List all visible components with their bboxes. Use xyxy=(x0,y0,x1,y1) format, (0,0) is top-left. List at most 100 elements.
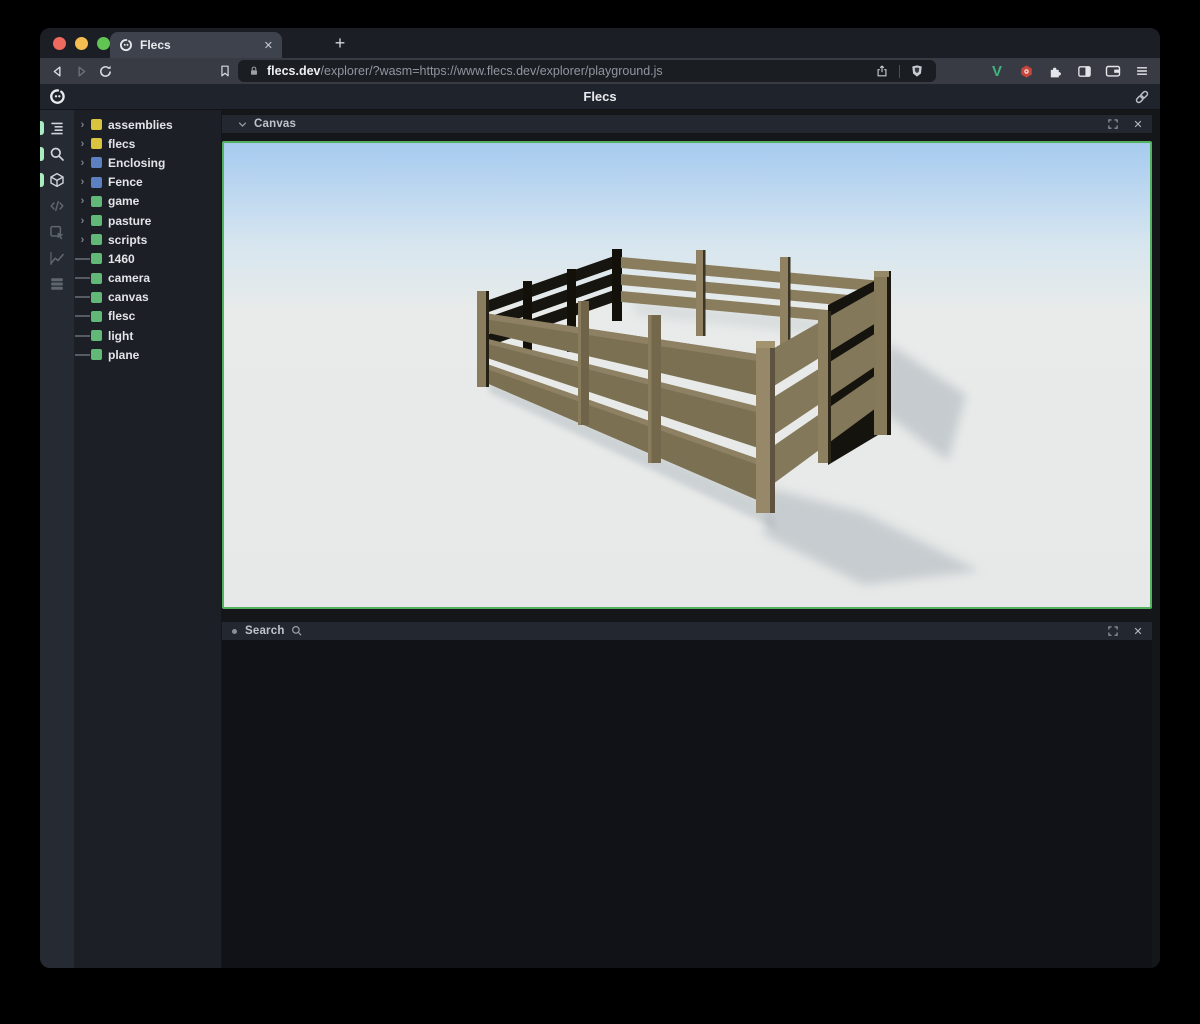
expand-chevron-icon[interactable]: › xyxy=(74,234,91,246)
entity-color-swatch xyxy=(91,138,102,149)
close-window-button[interactable] xyxy=(53,37,66,50)
entity-label: light xyxy=(108,329,133,343)
canvas-panel-title: Canvas xyxy=(254,118,296,130)
chevron-down-icon[interactable] xyxy=(235,117,249,131)
tree-item-flecs[interactable]: › flecs xyxy=(74,134,221,153)
entity-color-swatch xyxy=(91,119,102,130)
entity-color-swatch xyxy=(91,215,102,226)
sidebar-toggle-icon[interactable] xyxy=(1074,61,1094,81)
tree-item-camera[interactable]: camera xyxy=(74,269,221,288)
url-path: /explorer/?wasm=https://www.flecs.dev/ex… xyxy=(321,64,873,78)
search-panel-header[interactable]: Search ✕ xyxy=(222,622,1152,640)
tree-item-light[interactable]: light xyxy=(74,326,221,345)
entity-label: Fence xyxy=(108,175,143,189)
main-panel-area: Canvas ✕ xyxy=(221,110,1160,968)
menu-icon[interactable] xyxy=(1132,61,1152,81)
zoom-window-button[interactable] xyxy=(97,37,110,50)
leaf-dash-icon xyxy=(74,296,91,298)
share-icon[interactable] xyxy=(873,62,891,80)
tree-item-flesc[interactable]: flesc xyxy=(74,307,221,326)
canvas-3d-viewport[interactable] xyxy=(222,141,1152,609)
canvas-panel-header[interactable]: Canvas ✕ xyxy=(222,115,1152,133)
tree-item-1460[interactable]: 1460 xyxy=(74,249,221,268)
brave-shield-icon[interactable] xyxy=(908,62,926,80)
expand-chevron-icon[interactable]: › xyxy=(74,176,91,188)
address-bar[interactable]: flecs.dev /explorer/?wasm=https://www.fl… xyxy=(238,60,936,82)
entity-label: game xyxy=(108,194,139,208)
entity-color-swatch xyxy=(91,273,102,284)
tree-item-canvas[interactable]: canvas xyxy=(74,288,221,307)
new-tab-button[interactable]: + xyxy=(328,31,352,55)
tab-strip: Flecs ✕ + xyxy=(40,28,1160,58)
flecs-logo-icon[interactable] xyxy=(49,88,66,110)
entity-color-swatch xyxy=(91,177,102,188)
link-icon[interactable] xyxy=(1134,89,1150,110)
bookmark-icon[interactable] xyxy=(216,62,234,80)
close-icon[interactable]: ✕ xyxy=(1131,117,1145,131)
puzzle-extensions-icon[interactable] xyxy=(1045,61,1065,81)
entity-label: 1460 xyxy=(108,252,135,266)
tree-item-scripts[interactable]: › scripts xyxy=(74,230,221,249)
entity-label: assemblies xyxy=(108,118,173,132)
entity-label: canvas xyxy=(108,290,149,304)
nav-inspector-icon[interactable] xyxy=(40,224,74,240)
tab-close-icon[interactable]: ✕ xyxy=(264,39,273,52)
nav-entity-tree-icon[interactable] xyxy=(40,120,74,136)
lock-icon xyxy=(248,65,260,77)
flecs-favicon-icon xyxy=(119,38,133,52)
collapsed-dot-icon[interactable] xyxy=(232,629,237,634)
expand-chevron-icon[interactable]: › xyxy=(74,138,91,150)
vue-devtools-icon[interactable]: V xyxy=(987,61,1007,81)
entity-label: pasture xyxy=(108,214,151,228)
nav-search-icon[interactable] xyxy=(40,146,74,162)
entity-color-swatch xyxy=(91,349,102,360)
fence-scene xyxy=(224,143,1150,607)
entity-color-swatch xyxy=(91,311,102,322)
browser-toolbar: flecs.dev /explorer/?wasm=https://www.fl… xyxy=(40,58,1160,84)
page-title: Flecs xyxy=(40,89,1160,104)
tree-item-fence[interactable]: › Fence xyxy=(74,173,221,192)
search-panel-content[interactable] xyxy=(222,640,1152,968)
entity-label: camera xyxy=(108,271,150,285)
magnifier-icon xyxy=(290,624,304,638)
nav-data-rows-icon[interactable] xyxy=(40,276,74,292)
fullscreen-icon[interactable] xyxy=(1106,117,1120,131)
entity-color-swatch xyxy=(91,234,102,245)
entity-color-swatch xyxy=(91,196,102,207)
wallet-icon[interactable] xyxy=(1103,61,1123,81)
expand-chevron-icon[interactable]: › xyxy=(74,157,91,169)
nav-code-icon[interactable] xyxy=(40,198,74,214)
entity-label: scripts xyxy=(108,233,147,247)
tab-title: Flecs xyxy=(140,38,257,52)
entity-label: flesc xyxy=(108,309,135,323)
url-domain: flecs.dev xyxy=(267,64,321,78)
hexagon-extension-icon[interactable] xyxy=(1016,61,1036,81)
entity-label: plane xyxy=(108,348,139,362)
nav-stats-chart-icon[interactable] xyxy=(40,250,74,266)
tree-item-pasture[interactable]: › pasture xyxy=(74,211,221,230)
expand-chevron-icon[interactable]: › xyxy=(74,195,91,207)
nav-canvas-3d-icon[interactable] xyxy=(40,172,74,188)
expand-chevron-icon[interactable]: › xyxy=(74,119,91,131)
left-nav-strip xyxy=(40,110,74,968)
fullscreen-icon[interactable] xyxy=(1106,624,1120,638)
reload-icon[interactable] xyxy=(96,62,114,80)
tree-item-game[interactable]: › game xyxy=(74,192,221,211)
tree-item-assemblies[interactable]: › assemblies xyxy=(74,115,221,134)
search-panel-title: Search xyxy=(245,625,285,637)
entity-label: Enclosing xyxy=(108,156,165,170)
browser-window: Flecs ✕ + flecs.dev /explorer xyxy=(40,28,1160,968)
back-icon[interactable] xyxy=(48,62,66,80)
leaf-dash-icon xyxy=(74,258,91,260)
expand-chevron-icon[interactable]: › xyxy=(74,215,91,227)
entity-color-swatch xyxy=(91,253,102,264)
browser-tab[interactable]: Flecs ✕ xyxy=(110,32,282,58)
close-icon[interactable]: ✕ xyxy=(1131,624,1145,638)
tree-item-plane[interactable]: plane xyxy=(74,345,221,364)
forward-icon[interactable] xyxy=(72,62,90,80)
entity-tree-sidebar: › assemblies › flecs › Enclosing › Fence… xyxy=(74,110,221,968)
leaf-dash-icon xyxy=(74,277,91,279)
minimize-window-button[interactable] xyxy=(75,37,88,50)
tree-item-enclosing[interactable]: › Enclosing xyxy=(74,153,221,172)
entity-color-swatch xyxy=(91,330,102,341)
